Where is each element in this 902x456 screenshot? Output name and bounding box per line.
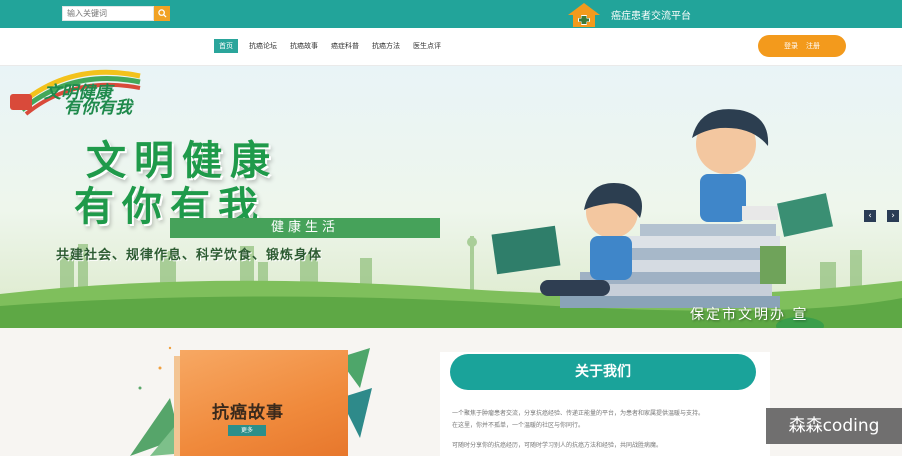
carousel-prev-button[interactable]: ‹ <box>864 210 876 222</box>
about-us-panel: 关于我们 一个聚焦于肿瘤患者交流，分享抗癌经验、传递正能量的平台，为患者和家属提… <box>440 352 770 456</box>
auth-button-group: 登录 注册 <box>758 35 846 57</box>
top-bar: 癌症患者交流平台 <box>0 0 902 28</box>
about-us-text-line3: 可随时分享你的抗癌经历，可随时学习别人的抗癌方法和经验，共同战胜病魔。 <box>452 442 663 449</box>
nav-item-stories[interactable]: 抗癌故事 <box>288 39 320 53</box>
nav-item-science[interactable]: 癌症科普 <box>329 39 361 53</box>
banner-footer-note: 保定市文明办 宣 <box>690 307 809 323</box>
about-us-title: 关于我们 <box>450 354 756 390</box>
carousel-next-button[interactable]: › <box>887 210 899 222</box>
nav-item-methods[interactable]: 抗癌方法 <box>370 39 402 53</box>
campaign-logo-line2: 有你有我 <box>64 98 132 118</box>
search-input[interactable] <box>62 6 154 21</box>
chevron-right-icon: › <box>891 211 895 221</box>
nav-list: 首页 抗癌论坛 抗癌故事 癌症科普 抗癌方法 医生点评 <box>214 39 443 53</box>
search-icon <box>157 9 167 18</box>
story-card[interactable]: 抗癌故事 更多 <box>180 350 348 456</box>
home-plus-icon <box>568 3 600 27</box>
register-link[interactable]: 注册 <box>806 41 820 51</box>
about-us-text-line1: 一个聚焦于肿瘤患者交流，分享抗癌经验、传递正能量的平台，为患者和家属提供温暖与支… <box>452 410 705 417</box>
story-more-button[interactable]: 更多 <box>228 425 266 436</box>
main-nav: 首页 抗癌论坛 抗癌故事 癌症科普 抗癌方法 医生点评 登录 注册 <box>0 28 902 66</box>
login-link[interactable]: 登录 <box>784 41 798 51</box>
story-card-title: 抗癌故事 <box>212 403 284 423</box>
search-button[interactable] <box>154 6 170 21</box>
nav-item-forum[interactable]: 抗癌论坛 <box>247 39 279 53</box>
chevron-left-icon: ‹ <box>868 211 872 221</box>
search-box <box>62 6 170 21</box>
campaign-logo: 文明健康 有你有我 <box>44 85 132 118</box>
nav-item-home[interactable]: 首页 <box>214 39 238 53</box>
banner-slogan: 共建社会、规律作息、科学饮食、锻炼身体 <box>56 248 323 263</box>
hero-banner: 文明健康 有你有我 文明健康 有你有我 健康生活 共建社会、规律作息、科学饮食、… <box>0 66 902 328</box>
watermark: 森森coding <box>766 408 902 444</box>
banner-ribbon: 健康生活 <box>170 218 440 238</box>
about-us-text-line2: 在这里，你并不孤单，一个温暖的社区与你同行。 <box>452 422 585 429</box>
platform-title: 癌症患者交流平台 <box>611 11 691 22</box>
nav-item-doctor-reviews[interactable]: 医生点评 <box>411 39 443 53</box>
